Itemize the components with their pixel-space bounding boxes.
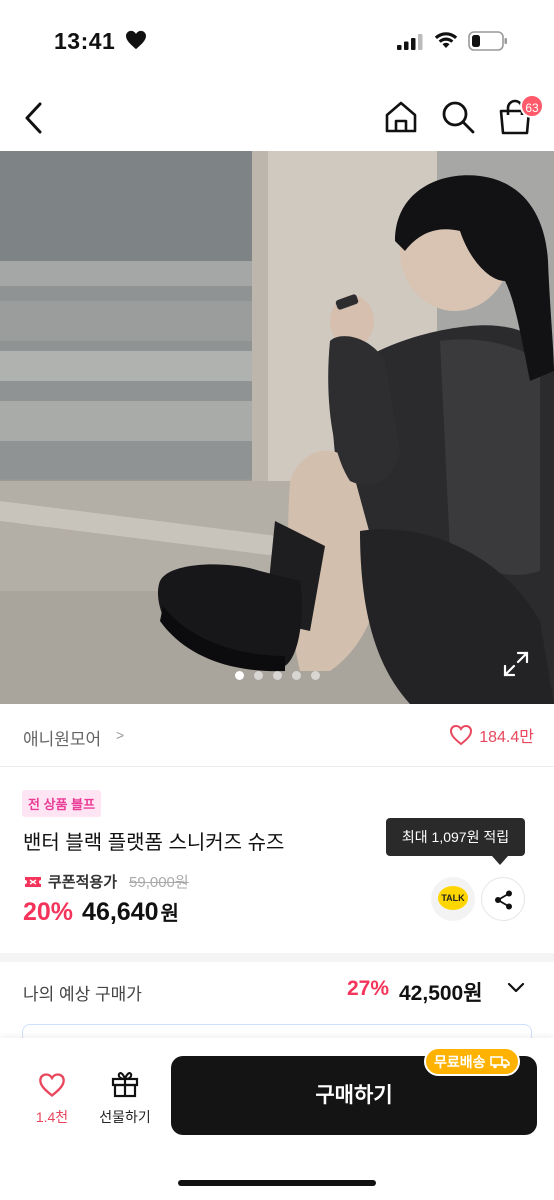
carousel-indicators: [0, 667, 554, 685]
battery-icon: [468, 31, 507, 51]
currency-unit: 원: [160, 903, 179, 925]
sale-price: 46,640: [82, 898, 159, 926]
wifi-icon: [434, 32, 458, 48]
expand-fullscreen-icon[interactable]: [503, 651, 529, 677]
signal-icon: [397, 34, 423, 50]
heart-outline-icon: [39, 1073, 65, 1097]
kakao-talk-button[interactable]: TALK: [431, 877, 475, 921]
promo-tag: 전 상품 블프: [22, 790, 102, 817]
truck-icon: [489, 1055, 510, 1068]
discount-rate: 20%: [23, 898, 74, 926]
carousel-dot[interactable]: [310, 671, 320, 680]
carousel-dot[interactable]: [253, 671, 263, 680]
share-button[interactable]: [481, 877, 525, 921]
brand-name[interactable]: 애니원모어: [23, 725, 101, 750]
search-icon[interactable]: [440, 99, 476, 135]
cart-count-badge: 63: [520, 94, 544, 118]
top-nav: 63: [0, 84, 554, 150]
brand-like-count: 184.4만: [479, 729, 534, 746]
home-icon[interactable]: [383, 99, 419, 135]
carousel-dot[interactable]: [291, 671, 301, 680]
product-photo: [0, 151, 554, 704]
gift-label: 선물하기: [99, 1109, 151, 1125]
chevron-down-icon[interactable]: [506, 981, 526, 995]
chevron-right-icon: >: [116, 727, 125, 743]
expected-price-row[interactable]: 나의 예상 구매가 27% 42,500원: [0, 962, 554, 1022]
expected-price-value: 42,500원: [399, 982, 483, 1005]
gift-button[interactable]: 선물하기: [93, 1070, 157, 1127]
price-row: 20% 46,640 원: [23, 897, 179, 927]
gift-icon: [111, 1072, 139, 1098]
talk-bubble-icon: TALK: [438, 886, 468, 910]
coupon-price-label: 쿠폰적용가: [48, 874, 118, 891]
original-price: 59,000원: [129, 874, 189, 891]
carousel-dot[interactable]: [272, 671, 282, 680]
coupon-price-row: 쿠폰적용가 59,000원: [24, 871, 189, 892]
free-shipping-label: 무료배송: [434, 1053, 486, 1070]
coupon-ticket-icon: [25, 876, 41, 887]
carousel-dot[interactable]: [234, 671, 244, 680]
product-name: 밴터 블랙 플랫폼 스니커즈 슈즈: [23, 832, 285, 854]
expected-price-label: 나의 예상 구매가: [23, 985, 142, 1004]
heart-outline-icon: [450, 724, 473, 746]
brand-like-button[interactable]: 184.4만: [449, 723, 534, 747]
back-arrow-icon[interactable]: [20, 100, 50, 136]
status-time: 13:41: [54, 28, 116, 54]
heart-status-icon: [126, 30, 146, 50]
section-divider: [0, 953, 554, 962]
wishlist-count: 1.4천: [35, 1109, 69, 1125]
product-image-carousel[interactable]: [0, 151, 554, 704]
expected-discount-rate: 27%: [347, 977, 390, 1000]
share-icon: [495, 890, 512, 910]
free-shipping-badge: 무료배송: [424, 1047, 520, 1076]
bottom-action-bar: 1.4천 선물하기 구매하기 무료배송: [0, 1038, 554, 1200]
home-indicator: [178, 1180, 376, 1186]
status-bar: 13:41: [0, 0, 554, 84]
brand-row[interactable]: 애니원모어 > 184.4만: [0, 705, 554, 767]
points-tooltip: 최대 1,097원 적립: [386, 818, 525, 865]
wishlist-button[interactable]: 1.4천: [30, 1072, 74, 1127]
